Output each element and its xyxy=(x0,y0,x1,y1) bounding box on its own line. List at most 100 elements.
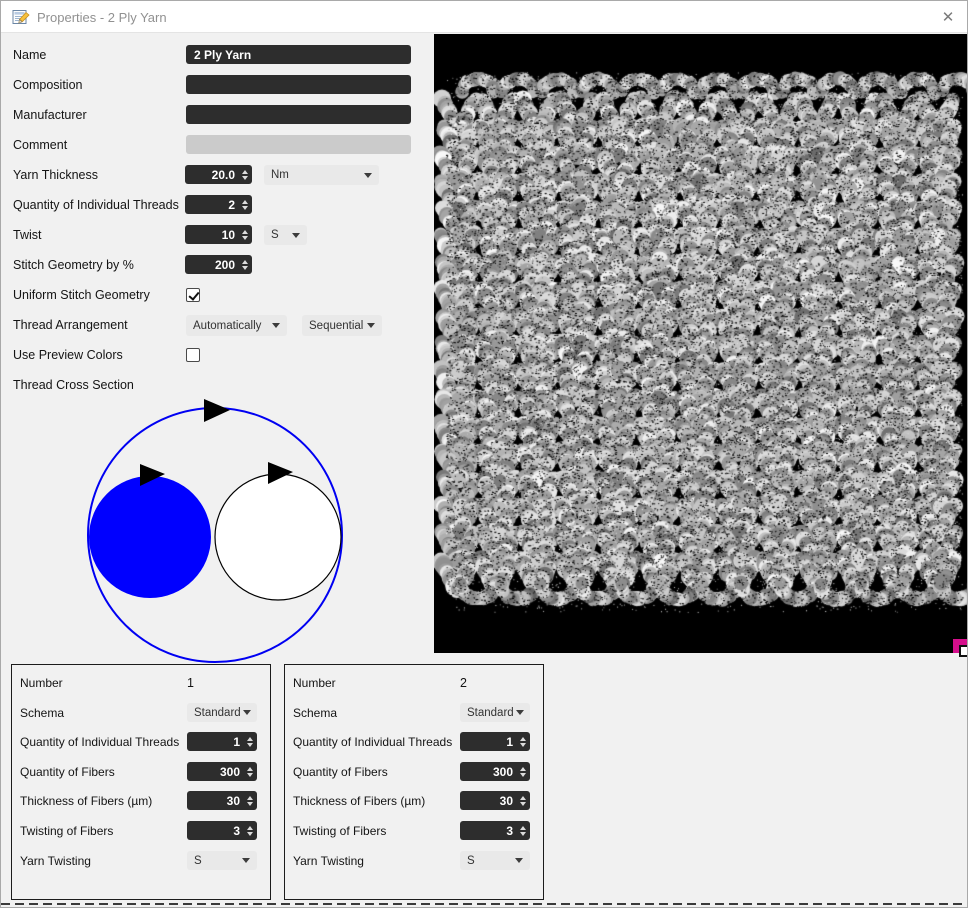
thread-arrangement-label: Thread Arrangement xyxy=(13,315,128,335)
comment-input[interactable] xyxy=(186,135,411,154)
spin-down-icon[interactable] xyxy=(247,802,253,806)
spin-down-icon[interactable] xyxy=(520,802,526,806)
yt-label: Yarn Twisting xyxy=(20,851,91,871)
stitch-geometry-spinner[interactable]: 200 xyxy=(185,255,252,274)
tof-spinner[interactable]: 30 xyxy=(187,791,257,810)
schema-dropdown[interactable]: Standard xyxy=(460,703,530,722)
schema-dropdown[interactable]: Standard xyxy=(187,703,257,722)
stitch-geometry-label: Stitch Geometry by % xyxy=(13,255,134,275)
tof-spinner[interactable]: 30 xyxy=(460,791,530,810)
twf-spinner[interactable]: 3 xyxy=(187,821,257,840)
form-row-preview-colors: Use Preview Colors xyxy=(1,345,434,365)
spin-up-icon[interactable] xyxy=(242,260,248,264)
spin-down-icon[interactable] xyxy=(247,743,253,747)
number-label: Number xyxy=(293,673,336,693)
qit-label: Quantity of Individual Threads xyxy=(20,732,179,752)
thread-cross-section-diagram[interactable] xyxy=(76,396,366,682)
thread-1-circle[interactable] xyxy=(215,474,341,600)
spin-down-icon[interactable] xyxy=(520,773,526,777)
dialog-content: Name 2 Ply Yarn Composition Manufacturer… xyxy=(1,34,967,907)
spin-up-icon[interactable] xyxy=(247,767,253,771)
manufacturer-input[interactable] xyxy=(186,105,411,124)
twist-label: Twist xyxy=(13,225,41,245)
qit-spinner[interactable]: 1 xyxy=(460,732,530,751)
chevron-down-icon xyxy=(272,323,280,328)
twf-spinner[interactable]: 3 xyxy=(460,821,530,840)
form-row-composition: Composition xyxy=(1,75,434,95)
properties-icon xyxy=(12,9,30,31)
spin-down-icon[interactable] xyxy=(242,266,248,270)
comment-label: Comment xyxy=(13,135,67,155)
spin-up-icon[interactable] xyxy=(247,826,253,830)
uniform-stitch-checkbox[interactable] xyxy=(186,288,200,302)
preview-colors-checkbox[interactable] xyxy=(186,348,200,362)
yarn-preview-canvas[interactable] xyxy=(434,34,968,653)
preview-colors-label: Use Preview Colors xyxy=(13,345,123,365)
window-title: Properties - 2 Ply Yarn xyxy=(37,10,167,25)
name-label: Name xyxy=(13,45,46,65)
chevron-down-icon xyxy=(292,233,300,238)
close-icon[interactable]: ✕ xyxy=(935,5,961,29)
spin-down-icon[interactable] xyxy=(242,176,248,180)
thread-arrangement-dropdown[interactable]: Automatically xyxy=(186,315,287,336)
form-row-twist: Twist 10 S xyxy=(1,225,434,245)
spin-down-icon[interactable] xyxy=(247,832,253,836)
schema-label: Schema xyxy=(20,703,64,723)
spin-up-icon[interactable] xyxy=(247,737,253,741)
yarn-3d-preview[interactable] xyxy=(434,34,968,653)
name-input[interactable]: 2 Ply Yarn xyxy=(186,45,411,64)
thread-2-circle[interactable] xyxy=(89,476,211,598)
yarn-twisting-dropdown[interactable]: S xyxy=(187,851,257,870)
chevron-down-icon xyxy=(515,858,523,863)
spin-up-icon[interactable] xyxy=(520,796,526,800)
chevron-down-icon xyxy=(242,858,250,863)
number-label: Number xyxy=(20,673,63,693)
form-row-stitch-geometry: Stitch Geometry by % 200 xyxy=(1,255,434,275)
twist-direction-dropdown[interactable]: S xyxy=(264,225,307,245)
chevron-down-icon xyxy=(516,710,524,715)
spin-down-icon[interactable] xyxy=(247,773,253,777)
spin-up-icon[interactable] xyxy=(520,737,526,741)
yarn-thickness-spinner[interactable]: 20.0 xyxy=(185,165,252,184)
qof-spinner[interactable]: 300 xyxy=(460,762,530,781)
chevron-down-icon xyxy=(243,710,251,715)
uniform-stitch-label: Uniform Stitch Geometry xyxy=(13,285,150,305)
form-row-quantity-threads: Quantity of Individual Threads 2 xyxy=(1,195,434,215)
spin-down-icon[interactable] xyxy=(242,206,248,210)
tof-label: Thickness of Fibers (µm) xyxy=(293,791,425,811)
chevron-down-icon xyxy=(367,323,375,328)
spin-down-icon[interactable] xyxy=(520,743,526,747)
spin-up-icon[interactable] xyxy=(520,767,526,771)
number-value: 2 xyxy=(460,673,467,693)
title-bar: Properties - 2 Ply Yarn ✕ xyxy=(1,1,967,33)
thread-panel-1: Number 1 Schema Standard Quantity of Indi… xyxy=(11,664,271,900)
preview-resize-handle-icon[interactable] xyxy=(959,645,968,657)
spin-up-icon[interactable] xyxy=(247,796,253,800)
window-bottom-edge xyxy=(1,903,967,905)
schema-label: Schema xyxy=(293,703,337,723)
twist-spinner[interactable]: 10 xyxy=(185,225,252,244)
quantity-threads-spinner[interactable]: 2 xyxy=(185,195,252,214)
qof-spinner[interactable]: 300 xyxy=(187,762,257,781)
spin-up-icon[interactable] xyxy=(242,200,248,204)
properties-dialog: Properties - 2 Ply Yarn ✕ Name 2 Ply Yar… xyxy=(0,0,968,908)
form-row-name: Name 2 Ply Yarn xyxy=(1,45,434,65)
yarn-twisting-dropdown[interactable]: S xyxy=(460,851,530,870)
spin-up-icon[interactable] xyxy=(242,170,248,174)
qit-spinner[interactable]: 1 xyxy=(187,732,257,751)
yarn-thickness-unit-dropdown[interactable]: Nm xyxy=(264,165,379,185)
yarn-rotation-arrow-icon xyxy=(204,399,230,422)
spin-up-icon[interactable] xyxy=(242,230,248,234)
spin-up-icon[interactable] xyxy=(520,826,526,830)
spin-down-icon[interactable] xyxy=(520,832,526,836)
form-row-uniform-stitch: Uniform Stitch Geometry xyxy=(1,285,434,305)
form-row-cross-section: Thread Cross Section xyxy=(1,375,434,395)
form-row-manufacturer: Manufacturer xyxy=(1,105,434,125)
yt-label: Yarn Twisting xyxy=(293,851,364,871)
form-row-yarn-thickness: Yarn Thickness 20.0 Nm xyxy=(1,165,434,185)
composition-input[interactable] xyxy=(186,75,411,94)
spin-down-icon[interactable] xyxy=(242,236,248,240)
thread-panel-2: Number2 Schema Standard Quantity of Indi… xyxy=(284,664,544,900)
number-value: 1 xyxy=(187,673,194,693)
thread-order-dropdown[interactable]: Sequential xyxy=(302,315,382,336)
